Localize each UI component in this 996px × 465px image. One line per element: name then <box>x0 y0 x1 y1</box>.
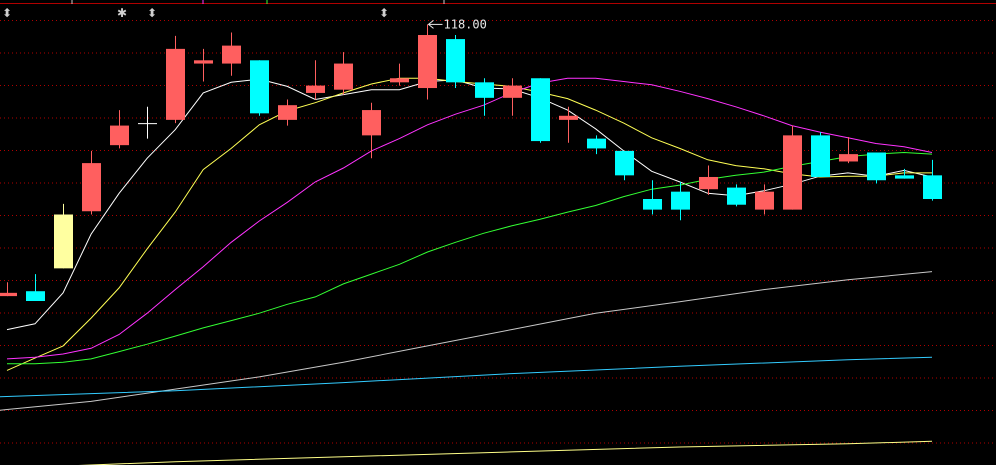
candle-body <box>475 82 494 98</box>
candle[interactable] <box>390 63 409 86</box>
candle-body <box>446 39 465 83</box>
candle[interactable] <box>82 150 101 215</box>
candle-body <box>362 110 381 136</box>
ma60-line <box>6 271 933 410</box>
candles[interactable] <box>0 24 942 301</box>
peak-annotation: 118.00 <box>427 17 487 31</box>
candle-body <box>643 199 662 210</box>
candle-body <box>783 135 802 210</box>
candle-body <box>559 115 578 120</box>
candle-body <box>587 138 606 149</box>
candle[interactable] <box>811 132 830 177</box>
candle[interactable] <box>867 152 886 184</box>
candle[interactable] <box>418 24 437 100</box>
candle-body <box>250 60 269 114</box>
ma120-line <box>6 356 933 397</box>
candle-body <box>755 191 774 210</box>
candle-body <box>418 35 437 89</box>
candlestick-chart[interactable]: 118.00 <box>0 0 996 465</box>
candle-body <box>0 292 17 297</box>
candle-body <box>222 45 241 64</box>
candle-body <box>671 191 690 210</box>
candle[interactable] <box>306 60 325 100</box>
candle[interactable] <box>783 125 802 210</box>
candle-body <box>54 214 73 269</box>
candle-body <box>699 176 718 190</box>
candle[interactable] <box>643 180 662 215</box>
candle-body <box>138 123 157 125</box>
candle[interactable] <box>587 135 606 155</box>
ma20-line <box>6 77 933 360</box>
candle[interactable] <box>166 35 185 124</box>
candle-body <box>531 78 550 142</box>
candle[interactable] <box>362 102 381 159</box>
candle-body <box>811 135 830 177</box>
candle[interactable] <box>222 32 241 76</box>
candle-body <box>839 154 858 162</box>
candle[interactable] <box>110 110 129 149</box>
candle[interactable] <box>531 78 550 143</box>
candle[interactable] <box>0 282 17 297</box>
candle-body <box>390 78 409 83</box>
candle-body <box>278 105 297 120</box>
candle[interactable] <box>446 35 465 89</box>
candle-body <box>166 48 185 120</box>
candle[interactable] <box>26 274 45 301</box>
candle[interactable] <box>278 99 297 126</box>
candle[interactable] <box>194 48 213 82</box>
candle-body <box>867 152 886 181</box>
candle[interactable] <box>923 159 942 201</box>
candle-body <box>503 85 522 98</box>
candle-body <box>334 63 353 90</box>
candle[interactable] <box>727 184 746 207</box>
candle[interactable] <box>839 136 858 164</box>
candle-body <box>110 125 129 146</box>
price-grid <box>0 0 996 444</box>
candle[interactable] <box>671 181 690 221</box>
candle[interactable] <box>54 203 73 269</box>
candle[interactable] <box>334 52 353 95</box>
ma250-line <box>78 440 933 465</box>
candle[interactable] <box>503 78 522 116</box>
ma10-line <box>6 77 932 371</box>
candle-body <box>727 187 746 205</box>
candle-body <box>615 150 634 176</box>
candle-body <box>194 60 213 64</box>
candle[interactable] <box>138 106 157 139</box>
ma60-line-extension <box>0 409 8 411</box>
candle[interactable] <box>559 106 578 143</box>
candle-body <box>306 85 325 93</box>
candle[interactable] <box>250 60 269 116</box>
candle-body <box>923 175 942 200</box>
peak-price-label: 118.00 <box>444 17 487 31</box>
candle[interactable] <box>615 150 634 181</box>
candle-body <box>26 291 45 301</box>
candle[interactable] <box>475 78 494 116</box>
candle-body <box>895 175 914 179</box>
candle-body <box>82 163 101 212</box>
